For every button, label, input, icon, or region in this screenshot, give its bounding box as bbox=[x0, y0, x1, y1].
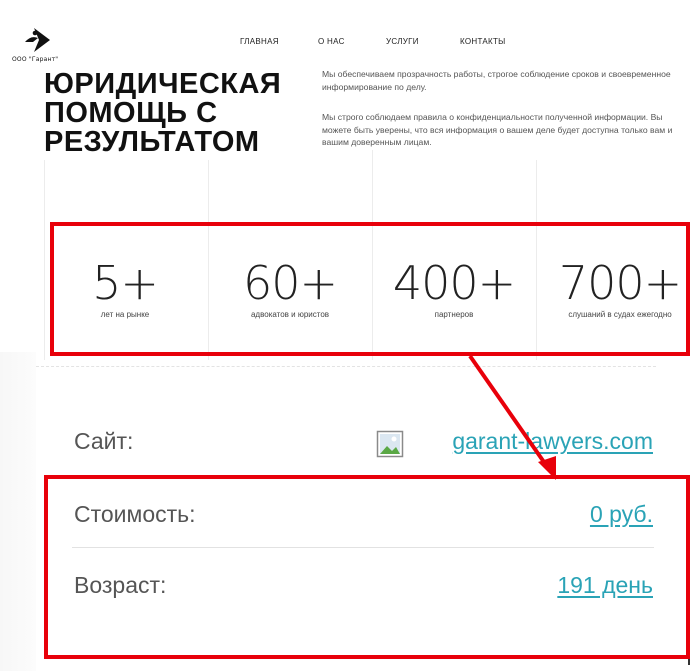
annotation-arrow bbox=[468, 354, 556, 480]
